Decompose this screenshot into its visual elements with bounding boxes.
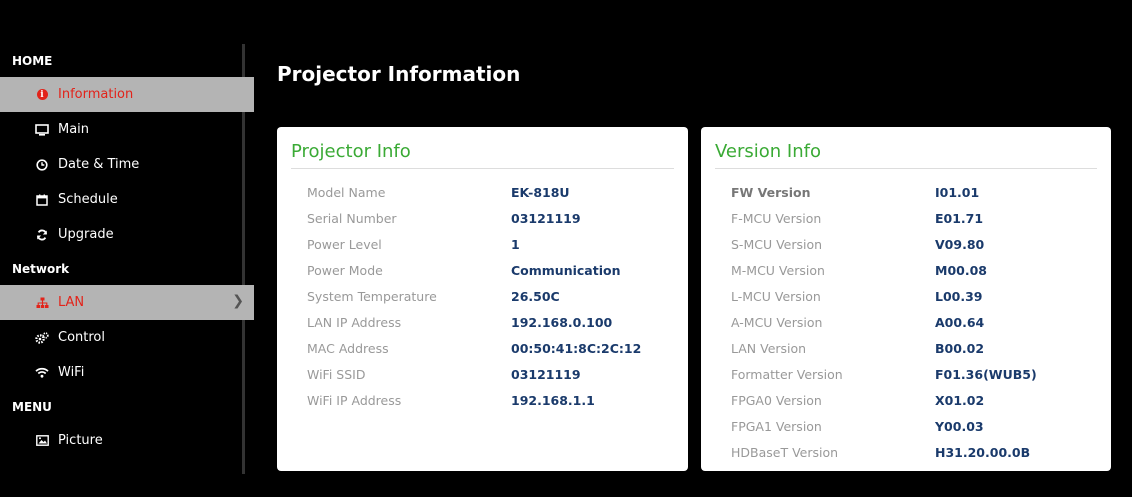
info-row: WiFi SSID 03121119 [291, 361, 674, 387]
info-value: X01.02 [935, 392, 985, 408]
info-label: Formatter Version [731, 366, 843, 382]
sidebar-item-label: Picture [58, 433, 103, 448]
info-value: Y00.03 [935, 418, 984, 434]
info-label: Serial Number [307, 210, 397, 226]
info-value: 192.168.1.1 [511, 392, 595, 408]
wifi-icon [33, 367, 51, 378]
sidebar-item-information[interactable]: i Information [0, 77, 254, 112]
info-value: 03121119 [511, 210, 581, 226]
info-label: M-MCU Version [731, 262, 825, 278]
sitemap-icon [33, 297, 51, 309]
version-info-card: Version Info FW Version I01.01 F-MCU Versi… [701, 127, 1111, 471]
info-row: FPGA0 Version X01.02 [715, 387, 1097, 413]
info-value: B00.02 [935, 340, 985, 356]
info-value: 26.50C [511, 288, 560, 304]
info-label: FPGA1 Version [731, 418, 822, 434]
sidebar-item-label: LAN [58, 295, 85, 310]
calendar-icon [33, 194, 51, 206]
info-row: MAC Address 00:50:41:8C:2C:12 [291, 335, 674, 361]
info-label: L-MCU Version [731, 288, 821, 304]
monitor-icon [33, 123, 51, 136]
sidebar-item-main[interactable]: Main [0, 112, 242, 147]
sidebar-item-label: Information [58, 87, 134, 102]
section-menu: MENU [12, 399, 52, 414]
info-label: Power Level [307, 236, 382, 252]
info-value: V09.80 [935, 236, 985, 252]
info-label: S-MCU Version [731, 236, 823, 252]
info-row: Power Level 1 [291, 231, 674, 257]
info-value: 03121119 [511, 366, 581, 382]
page-title: Projector Information [277, 62, 521, 86]
info-value: E01.71 [935, 210, 984, 226]
info-row: A-MCU Version A00.64 [715, 309, 1097, 335]
clock-icon [33, 158, 51, 171]
version-info-title: Version Info [715, 141, 1097, 169]
sidebar-item-upgrade[interactable]: Upgrade [0, 217, 242, 252]
info-row: Model Name EK-818U [291, 179, 674, 205]
sidebar-item-label: Date & Time [58, 157, 140, 172]
info-label: FPGA0 Version [731, 392, 822, 408]
info-value: 00:50:41:8C:2C:12 [511, 340, 642, 356]
info-label: LAN Version [731, 340, 807, 356]
info-value: H31.20.00.0B [935, 444, 1031, 460]
info-label: A-MCU Version [731, 314, 823, 330]
info-value: I01.01 [935, 184, 980, 200]
info-row: S-MCU Version V09.80 [715, 231, 1097, 257]
sidebar-item-label: Upgrade [58, 227, 114, 242]
info-value: F01.36(WUB5) [935, 366, 1037, 382]
info-value: M00.08 [935, 262, 987, 278]
sidebar: HOME i Information Main Date & Time Sche… [0, 44, 254, 474]
info-label: MAC Address [307, 340, 389, 356]
info-value: L00.39 [935, 288, 983, 304]
info-circle-icon: i [33, 89, 51, 100]
info-row: HDBaseT Version H31.20.00.0B [715, 439, 1097, 465]
info-label: Model Name [307, 184, 386, 200]
sidebar-item-picture[interactable]: Picture [0, 423, 242, 458]
info-label: WiFi IP Address [307, 392, 402, 408]
info-row: FPGA1 Version Y00.03 [715, 413, 1097, 439]
info-label: Power Mode [307, 262, 383, 278]
gears-icon [33, 331, 51, 344]
info-value: Communication [511, 262, 621, 278]
sidebar-item-label: WiFi [58, 365, 85, 380]
info-row: LAN IP Address 192.168.0.100 [291, 309, 674, 335]
info-row: LAN Version B00.02 [715, 335, 1097, 361]
info-value: 192.168.0.100 [511, 314, 613, 330]
info-row: Power Mode Communication [291, 257, 674, 283]
info-row: Serial Number 03121119 [291, 205, 674, 231]
sidebar-item-lan[interactable]: LAN ❯ [0, 285, 254, 320]
info-value: A00.64 [935, 314, 985, 330]
image-icon [33, 435, 51, 446]
info-row: FW Version I01.01 [715, 179, 1097, 205]
info-value: EK-818U [511, 184, 570, 200]
sidebar-item-label: Schedule [58, 192, 118, 207]
sidebar-item-control[interactable]: Control [0, 320, 242, 355]
chevron-right-icon: ❯ [232, 293, 244, 309]
info-label: WiFi SSID [307, 366, 366, 382]
info-label: HDBaseT Version [731, 444, 839, 460]
info-label: FW Version [731, 184, 811, 200]
sidebar-item-label: Main [58, 122, 90, 137]
projector-info-card: Projector Info Model Name EK-818U Serial N… [277, 127, 688, 471]
sidebar-item-wifi[interactable]: WiFi [0, 355, 242, 390]
info-label: LAN IP Address [307, 314, 402, 330]
info-label: F-MCU Version [731, 210, 822, 226]
info-row: M-MCU Version M00.08 [715, 257, 1097, 283]
refresh-icon [33, 229, 51, 241]
info-value: 1 [511, 236, 520, 252]
info-row: L-MCU Version L00.39 [715, 283, 1097, 309]
info-row: Formatter Version F01.36(WUB5) [715, 361, 1097, 387]
info-row: System Temperature 26.50C [291, 283, 674, 309]
section-network: Network [12, 261, 70, 276]
section-home: HOME [12, 53, 53, 68]
sidebar-item-label: Control [58, 330, 105, 345]
sidebar-item-schedule[interactable]: Schedule [0, 182, 242, 217]
projector-info-title: Projector Info [291, 141, 674, 169]
info-row: F-MCU Version E01.71 [715, 205, 1097, 231]
sidebar-item-date-time[interactable]: Date & Time [0, 147, 242, 182]
info-label: System Temperature [307, 288, 437, 304]
info-row: WiFi IP Address 192.168.1.1 [291, 387, 674, 413]
